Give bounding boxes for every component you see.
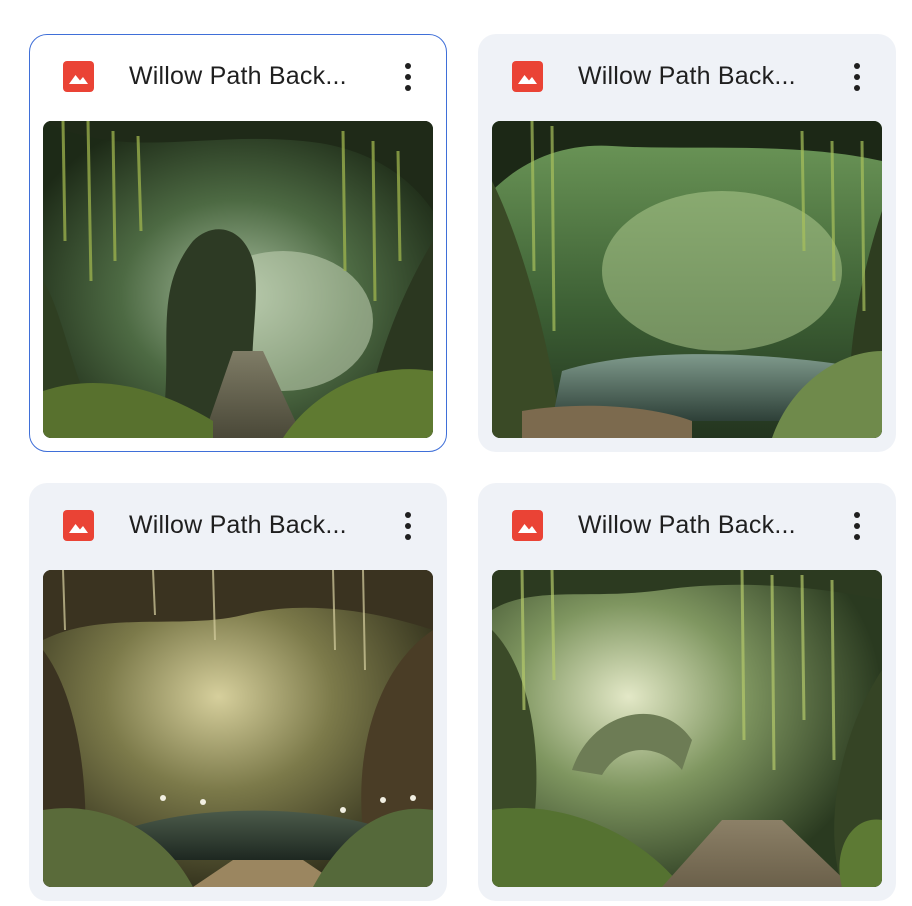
- image-file-icon: [63, 61, 94, 92]
- file-card[interactable]: Willow Path Back...: [478, 483, 896, 901]
- image-file-icon: [63, 510, 94, 541]
- file-card[interactable]: Willow Path Back...: [29, 34, 447, 452]
- file-thumbnail[interactable]: [492, 570, 882, 887]
- file-card-header: Willow Path Back...: [30, 35, 446, 121]
- more-vert-icon[interactable]: [395, 58, 421, 96]
- file-title[interactable]: Willow Path Back...: [129, 58, 347, 94]
- image-file-icon: [512, 510, 543, 541]
- more-vert-icon[interactable]: [844, 58, 870, 96]
- file-card-header: Willow Path Back...: [478, 483, 896, 569]
- image-file-icon: [512, 61, 543, 92]
- file-title[interactable]: Willow Path Back...: [129, 507, 347, 543]
- file-card-header: Willow Path Back...: [29, 483, 447, 569]
- file-grid: Willow Path Back... Willow Path Back... …: [0, 0, 912, 906]
- file-card-header: Willow Path Back...: [478, 34, 896, 120]
- file-thumbnail[interactable]: [43, 570, 433, 887]
- file-thumbnail[interactable]: [492, 121, 882, 438]
- file-card[interactable]: Willow Path Back...: [29, 483, 447, 901]
- more-vert-icon[interactable]: [395, 507, 421, 545]
- more-vert-icon[interactable]: [844, 507, 870, 545]
- file-thumbnail[interactable]: [43, 121, 433, 438]
- file-card[interactable]: Willow Path Back...: [478, 34, 896, 452]
- file-title[interactable]: Willow Path Back...: [578, 507, 796, 543]
- file-title[interactable]: Willow Path Back...: [578, 58, 796, 94]
